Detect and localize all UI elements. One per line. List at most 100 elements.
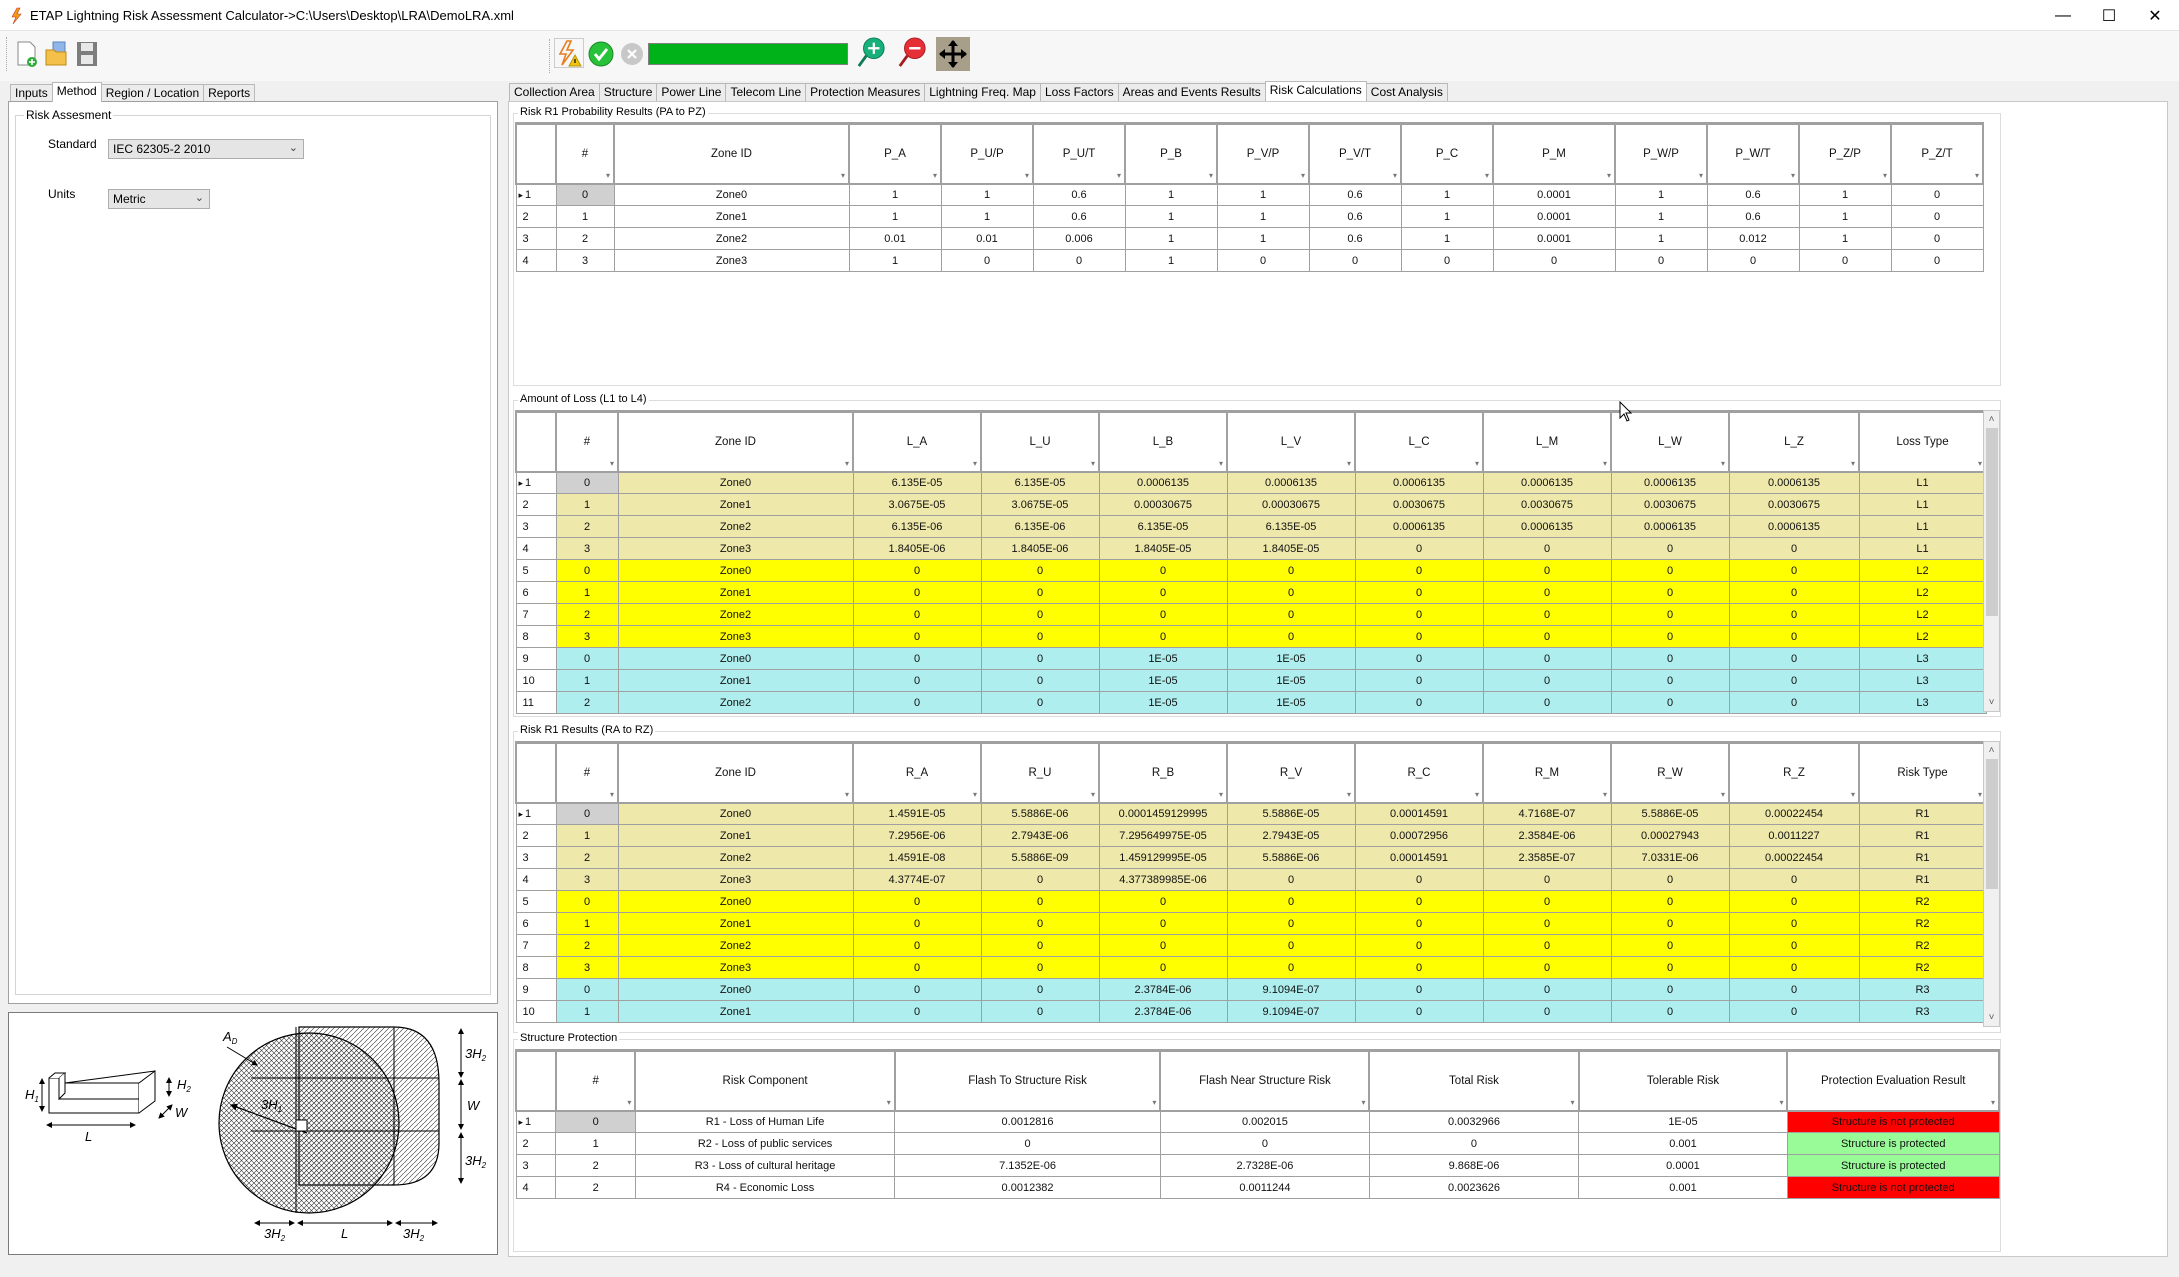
table-cell[interactable]: 0 bbox=[1610, 625, 1730, 648]
table-cell[interactable]: 5.5886E-06 bbox=[1226, 846, 1356, 869]
table-cell[interactable]: 0 bbox=[980, 603, 1100, 626]
table-cell[interactable]: 1.8405E-06 bbox=[980, 537, 1100, 560]
table-cell[interactable]: 0 bbox=[1610, 912, 1730, 935]
table-row[interactable]: 2 1 Zone1 7.2956E-06 2.7943E-06 7.295649975E-… bbox=[515, 824, 1987, 847]
table-cell[interactable]: Structure is not protected bbox=[1786, 1176, 2000, 1199]
table-cell[interactable]: 0 bbox=[1226, 559, 1356, 582]
table-cell[interactable]: 0 bbox=[1614, 249, 1708, 272]
table-cell[interactable]: 1E-05 bbox=[1098, 647, 1228, 670]
table-cell[interactable]: R2 bbox=[1858, 956, 1987, 979]
table-cell[interactable]: 1 bbox=[1614, 205, 1708, 228]
filter-dropdown-icon[interactable]: ▾ bbox=[1219, 459, 1223, 468]
table-cell[interactable]: 0 bbox=[1482, 669, 1612, 692]
table-cell[interactable]: 2 bbox=[555, 846, 619, 869]
column-header[interactable]: P_V/T ▾ bbox=[1308, 122, 1402, 185]
table-cell[interactable]: 7.295649975E-05 bbox=[1098, 824, 1228, 847]
table-cell[interactable]: Structure is protected bbox=[1786, 1154, 2000, 1177]
table-cell[interactable]: 0 bbox=[852, 934, 982, 957]
filter-dropdown-icon[interactable]: ▾ bbox=[1975, 171, 1979, 180]
table-cell[interactable]: 9.1094E-07 bbox=[1226, 1000, 1356, 1023]
table-cell[interactable]: 0 bbox=[1728, 603, 1860, 626]
row-header[interactable]: 3 bbox=[515, 1154, 557, 1177]
row-header[interactable]: ▸ 1 bbox=[515, 183, 557, 206]
scroll-thumb[interactable] bbox=[1986, 759, 1998, 889]
table-cell[interactable]: 3.0675E-05 bbox=[980, 493, 1100, 516]
table-cell[interactable]: 1 bbox=[1124, 205, 1218, 228]
table-cell[interactable]: 0 bbox=[1354, 1000, 1484, 1023]
table-cell[interactable]: 1 bbox=[1798, 227, 1892, 250]
table-cell[interactable]: 6.135E-05 bbox=[1226, 515, 1356, 538]
table-cell[interactable]: Zone3 bbox=[617, 868, 854, 891]
table-cell[interactable]: 2.7328E-06 bbox=[1159, 1154, 1370, 1177]
table-row[interactable]: ▸ 1 0 Zone0 1 1 0.6 1 1 0.6 1 0.0001 1 0.6 1 0 bbox=[515, 183, 1984, 206]
table-cell[interactable]: 0 bbox=[1159, 1132, 1370, 1155]
filter-dropdown-icon[interactable]: ▾ bbox=[845, 459, 849, 468]
row-header[interactable]: ▸ 1 bbox=[515, 1110, 557, 1133]
tab-areas-and-events-results[interactable]: Areas and Events Results bbox=[1117, 83, 1266, 101]
table-cell[interactable]: 0.0030675 bbox=[1728, 493, 1860, 516]
table-cell[interactable]: 0.00027943 bbox=[1610, 824, 1730, 847]
table-cell[interactable]: 0.6 bbox=[1032, 205, 1126, 228]
table-cell[interactable]: 1 bbox=[555, 205, 615, 228]
units-select[interactable]: Metric ⌄ bbox=[108, 189, 210, 209]
table-cell[interactable]: 0 bbox=[980, 868, 1100, 891]
table-cell[interactable]: 2.3784E-06 bbox=[1098, 1000, 1228, 1023]
row-header[interactable]: 8 bbox=[515, 625, 557, 648]
filter-dropdown-icon[interactable]: ▾ bbox=[933, 171, 937, 180]
tab-method[interactable]: Method bbox=[51, 82, 102, 102]
table-cell[interactable]: 4.3774E-07 bbox=[852, 868, 982, 891]
table-cell[interactable]: 1 bbox=[1614, 183, 1708, 206]
column-header[interactable]: Risk Component ▾ bbox=[634, 1049, 896, 1112]
table-cell[interactable]: 3 bbox=[555, 249, 615, 272]
filter-dropdown-icon[interactable]: ▾ bbox=[1361, 1098, 1365, 1107]
filter-dropdown-icon[interactable]: ▾ bbox=[1301, 171, 1305, 180]
table-cell[interactable]: 5.5886E-05 bbox=[1226, 802, 1356, 825]
tab-reports[interactable]: Reports bbox=[203, 84, 256, 102]
table-cell[interactable]: 0.0030675 bbox=[1354, 493, 1484, 516]
table-cell[interactable]: 0 bbox=[852, 647, 982, 670]
loss-scrollbar[interactable]: ˄ ˅ bbox=[1983, 410, 2000, 712]
filter-dropdown-icon[interactable]: ▾ bbox=[1152, 1098, 1156, 1107]
column-header[interactable]: Tolerable Risk ▾ bbox=[1577, 1049, 1789, 1112]
table-cell[interactable]: 0 bbox=[852, 625, 982, 648]
table-cell[interactable]: Zone0 bbox=[613, 183, 850, 206]
table-cell[interactable]: 0.001 bbox=[1578, 1132, 1788, 1155]
table-cell[interactable]: 0 bbox=[1098, 625, 1228, 648]
column-header[interactable]: P_Z/P ▾ bbox=[1798, 122, 1892, 185]
table-cell[interactable]: 0.0032966 bbox=[1368, 1110, 1580, 1133]
table-cell[interactable]: 0.6 bbox=[1308, 205, 1402, 228]
table-cell[interactable]: 0 bbox=[980, 934, 1100, 957]
filter-dropdown-icon[interactable]: ▾ bbox=[610, 790, 614, 799]
filter-dropdown-icon[interactable]: ▾ bbox=[1347, 790, 1351, 799]
table-cell[interactable]: 0 bbox=[1610, 581, 1730, 604]
table-cell[interactable]: Zone1 bbox=[617, 912, 854, 935]
table-cell[interactable]: 0.001 bbox=[1578, 1176, 1788, 1199]
table-cell[interactable]: 0 bbox=[980, 912, 1100, 935]
table-cell[interactable]: 0 bbox=[980, 890, 1100, 913]
table-cell[interactable]: 0 bbox=[1610, 890, 1730, 913]
table-cell[interactable]: 0 bbox=[1482, 691, 1612, 714]
table-cell[interactable]: 1 bbox=[1216, 205, 1310, 228]
table-cell[interactable]: 0 bbox=[1354, 912, 1484, 935]
table-cell[interactable]: 1 bbox=[1798, 183, 1892, 206]
column-header[interactable]: Zone ID ▾ bbox=[613, 122, 850, 185]
column-header[interactable]: Loss Type ▾ bbox=[1858, 410, 1987, 473]
filter-dropdown-icon[interactable]: ▾ bbox=[1570, 1098, 1574, 1107]
table-cell[interactable]: 0.0023626 bbox=[1368, 1176, 1580, 1199]
filter-dropdown-icon[interactable]: ▾ bbox=[1485, 171, 1489, 180]
table-row[interactable]: 8 3 Zone3 0 0 0 0 0 0 0 0 L2 bbox=[515, 625, 1987, 648]
table-cell[interactable]: 2.3784E-06 bbox=[1098, 978, 1228, 1001]
table-cell[interactable]: 2.3584E-06 bbox=[1482, 824, 1612, 847]
filter-dropdown-icon[interactable]: ▾ bbox=[1025, 171, 1029, 180]
table-cell[interactable]: R1 bbox=[1858, 824, 1987, 847]
filter-dropdown-icon[interactable]: ▾ bbox=[1883, 171, 1887, 180]
table-cell[interactable]: 0 bbox=[1098, 912, 1228, 935]
table-cell[interactable]: 0 bbox=[1610, 691, 1730, 714]
column-header[interactable]: R_U ▾ bbox=[980, 741, 1100, 804]
filter-dropdown-icon[interactable]: ▾ bbox=[1721, 459, 1725, 468]
filter-dropdown-icon[interactable]: ▾ bbox=[627, 1098, 631, 1107]
table-cell[interactable]: Zone1 bbox=[617, 493, 854, 516]
table-cell[interactable]: 0 bbox=[852, 581, 982, 604]
table-cell[interactable]: 0 bbox=[555, 559, 619, 582]
table-cell[interactable]: 1 bbox=[848, 249, 942, 272]
